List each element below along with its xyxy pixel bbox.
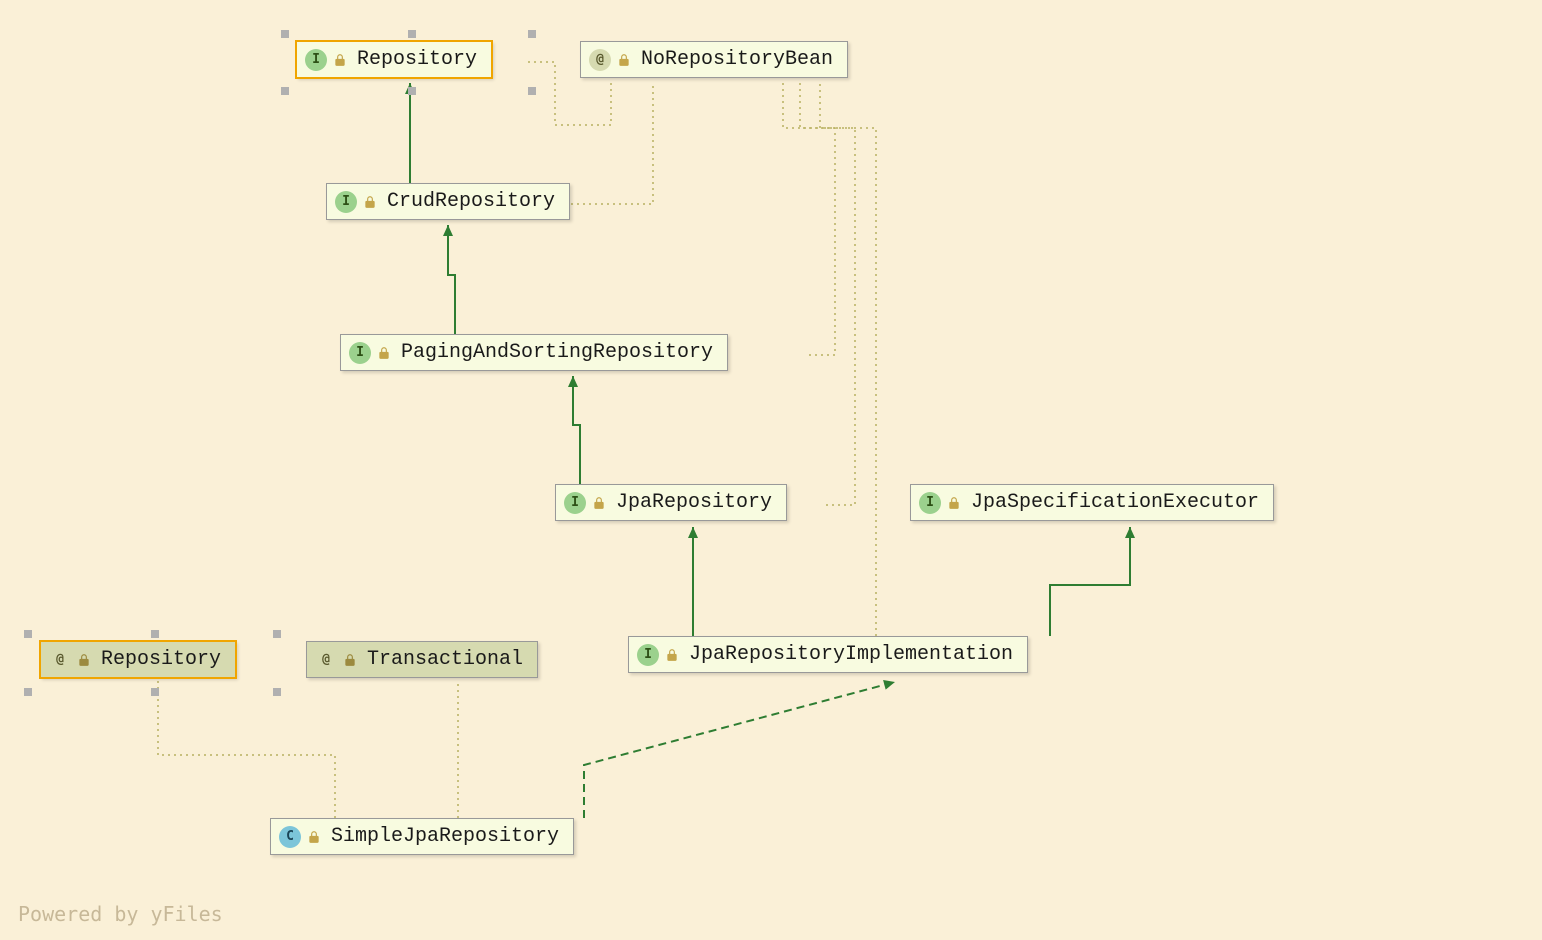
node-label: NoRepositoryBean [641,48,833,71]
selection-handle[interactable] [24,688,32,696]
class-icon: C [279,826,301,848]
node-jparepositoryimplementation[interactable]: I JpaRepositoryImplementation [628,636,1028,673]
node-label: JpaRepositoryImplementation [689,643,1013,666]
selection-handle[interactable] [151,688,159,696]
selection-handle[interactable] [151,630,159,638]
node-crudrepository[interactable]: I CrudRepository [326,183,570,220]
annotation-icon: @ [49,649,71,671]
selection-handle[interactable] [408,87,416,95]
node-label: Repository [101,648,221,671]
node-label: SimpleJpaRepository [331,825,559,848]
lock-icon [343,653,357,667]
node-repository[interactable]: I Repository [296,41,492,78]
selection-handle[interactable] [528,87,536,95]
edge-jparepo-to-paging [573,376,580,484]
edge-simplejpa-to-jparepoimpl [584,682,895,818]
node-label: CrudRepository [387,190,555,213]
selection-handle[interactable] [408,30,416,38]
node-jparepository[interactable]: I JpaRepository [555,484,787,521]
node-repository-annotation[interactable]: @ Repository [40,641,236,678]
diagram-canvas[interactable]: I Repository @ NoRepositoryBean I CrudRe… [0,0,1542,940]
selection-handle[interactable] [273,630,281,638]
selection-handle[interactable] [273,688,281,696]
node-label: JpaRepository [616,491,772,514]
selection-handle[interactable] [281,87,289,95]
node-label: Transactional [367,648,523,671]
selection-handle[interactable] [281,30,289,38]
edge-jparepo-to-norepobe [800,83,855,505]
edge-simplejpa-to-repoanno [158,680,335,818]
interface-icon: I [564,492,586,514]
lock-icon [592,496,606,510]
lock-icon [77,653,91,667]
node-jpaspecificationexecutor[interactable]: I JpaSpecificationExecutor [910,484,1274,521]
node-label: JpaSpecificationExecutor [971,491,1259,514]
lock-icon [307,830,321,844]
edge-jparepoimpl-to-norepobe [820,83,876,636]
node-simplejparepository[interactable]: C SimpleJpaRepository [270,818,574,855]
lock-icon [377,346,391,360]
edges-layer [0,0,1542,940]
edge-jparepoimpl-to-jpaspecexec [1050,527,1130,636]
node-pagingandsortingrepository[interactable]: I PagingAndSortingRepository [340,334,728,371]
annotation-icon: @ [315,649,337,671]
edge-paging-to-crud [448,225,455,334]
edge-crud-to-norepobe [571,83,653,204]
node-norepositorybean[interactable]: @ NoRepositoryBean [580,41,848,78]
interface-icon: I [349,342,371,364]
lock-icon [665,648,679,662]
powered-by-footer: Powered by yFiles [18,902,223,926]
node-label: Repository [357,48,477,71]
node-transactional[interactable]: @ Transactional [306,641,538,678]
interface-icon: I [919,492,941,514]
lock-icon [363,195,377,209]
annotation-icon: @ [589,49,611,71]
lock-icon [617,53,631,67]
selection-handle[interactable] [24,630,32,638]
interface-icon: I [637,644,659,666]
interface-icon: I [305,49,327,71]
lock-icon [333,53,347,67]
interface-icon: I [335,191,357,213]
edge-paging-to-norepobe [783,83,835,355]
node-label: PagingAndSortingRepository [401,341,713,364]
selection-handle[interactable] [528,30,536,38]
lock-icon [947,496,961,510]
